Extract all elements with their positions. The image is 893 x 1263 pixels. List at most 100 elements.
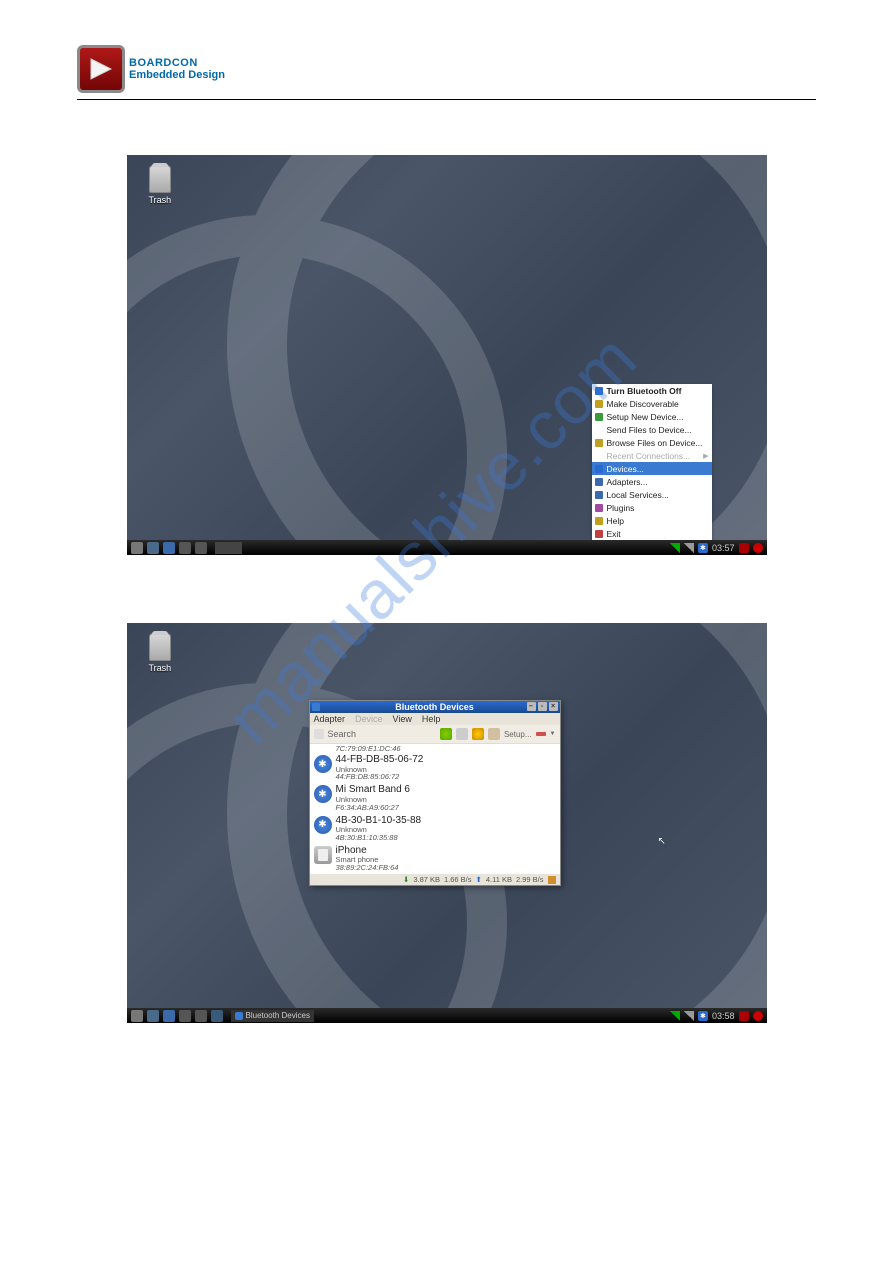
menu-send-files[interactable]: Send Files to Device... [592, 423, 712, 436]
trash-icon [149, 165, 171, 193]
menu-setup-new-device[interactable]: Setup New Device... [592, 410, 712, 423]
device-mac: 4B:30:B1:10:35:88 [336, 834, 422, 842]
tray-icon[interactable] [739, 543, 749, 553]
trash-label: Trash [149, 195, 172, 205]
window-list-icon[interactable] [179, 542, 191, 554]
brand-logo [77, 45, 125, 93]
window-titlebar[interactable]: Bluetooth Devices – ▫ × [310, 701, 560, 713]
device-name: 44-FB-DB-85-06-72 [336, 755, 424, 766]
signal-icon[interactable] [684, 1011, 694, 1021]
trash-desktop-icon[interactable]: Trash [149, 633, 172, 673]
pair-button[interactable] [488, 728, 500, 740]
trash-desktop-icon[interactable]: Trash [149, 165, 172, 205]
browser-icon[interactable] [163, 542, 175, 554]
menu-plugins[interactable]: Plugins [592, 501, 712, 514]
taskbar-button-bluetooth-devices[interactable]: Bluetooth Devices [231, 1010, 314, 1022]
remove-button[interactable] [536, 732, 546, 736]
brand-name: BOARDCON [129, 57, 225, 69]
workspace-icon[interactable] [195, 1010, 207, 1022]
setup-button[interactable]: Setup... [504, 730, 532, 739]
menu-help[interactable]: Help [592, 514, 712, 527]
device-row[interactable]: iPhone Smart phone 38:89:2C:24:FB:64 [310, 844, 560, 874]
page-header: BOARDCON Embedded Design [77, 45, 816, 100]
taskbar: Bluetooth Devices ✱ 03:58 [127, 1008, 767, 1023]
menu-device[interactable]: Device [355, 714, 383, 724]
phone-icon [314, 846, 332, 864]
workspace-icon[interactable] [195, 542, 207, 554]
clock[interactable]: 03:58 [712, 1011, 735, 1021]
menu-help[interactable]: Help [422, 714, 441, 724]
window-list-icon[interactable] [179, 1010, 191, 1022]
bluetooth-icon: ✱ [314, 816, 332, 834]
device-row[interactable]: ✱ Mi Smart Band 6 Unknown F6:34:AB:A9:60… [310, 783, 560, 813]
clock[interactable]: 03:57 [712, 543, 735, 553]
bluetooth-devices-window: Bluetooth Devices – ▫ × Adapter Device V… [309, 700, 561, 886]
menu-adapter[interactable]: Adapter [314, 714, 346, 724]
device-mac: 44:FB:DB:85:06:72 [336, 773, 424, 781]
maximize-button[interactable]: ▫ [538, 702, 547, 711]
power-icon[interactable] [753, 543, 763, 553]
bluetooth-icon: ✱ [314, 755, 332, 773]
send-icon [595, 426, 603, 434]
device-mac: F6:34:AB:A9:60:27 [336, 804, 410, 812]
status-bar: ⬇ 3.87 KB 1.66 B/s ⬆ 4.11 KB 2.99 B/s [310, 874, 560, 885]
upload-rate: 2.99 B/s [516, 875, 544, 884]
start-menu-icon[interactable] [131, 542, 143, 554]
bluetooth-context-menu: Turn Bluetooth Off Make Discoverable Set… [592, 384, 712, 540]
search-icon[interactable] [314, 729, 324, 739]
mouse-cursor: ↖ [658, 836, 666, 847]
file-manager-icon[interactable] [147, 542, 159, 554]
browser-icon[interactable] [163, 1010, 175, 1022]
menubar: Adapter Device View Help [310, 713, 560, 725]
search-label[interactable]: Search [328, 729, 436, 739]
download-icon: ⬇ [403, 875, 409, 884]
menu-make-discoverable[interactable]: Make Discoverable [592, 397, 712, 410]
bluetooth-icon [595, 387, 603, 395]
menu-turn-bluetooth-off[interactable]: Turn Bluetooth Off [592, 384, 712, 397]
device-row[interactable]: ✱ 44-FB-DB-85-06-72 Unknown 44:FB:DB:85:… [310, 753, 560, 783]
add-device-button[interactable] [440, 728, 452, 740]
power-icon[interactable] [753, 1011, 763, 1021]
device-mac: 38:89:2C:24:FB:64 [336, 864, 399, 872]
chevron-right-icon: ▶ [703, 452, 708, 460]
start-menu-icon[interactable] [131, 1010, 143, 1022]
menu-devices[interactable]: Devices... [592, 462, 712, 475]
signal-icon[interactable] [684, 543, 694, 553]
plugin-icon [595, 504, 603, 512]
taskbar: ✱ 03:57 [127, 540, 767, 555]
menu-adapters[interactable]: Adapters... [592, 475, 712, 488]
adapter-icon [595, 478, 603, 486]
trash-label: Trash [149, 663, 172, 673]
file-manager-icon[interactable] [147, 1010, 159, 1022]
bluetooth-tray-icon[interactable]: ✱ [698, 1011, 708, 1021]
device-mac-fragment: 7C:79:09:E1:DC:46 [310, 744, 560, 753]
download-rate: 1.66 B/s [444, 875, 472, 884]
exit-icon [595, 530, 603, 538]
tray-icon[interactable] [739, 1011, 749, 1021]
menu-exit[interactable]: Exit [592, 527, 712, 540]
status-icon [548, 876, 556, 884]
bluetooth-icon [235, 1012, 243, 1020]
menu-browse-files[interactable]: Browse Files on Device... [592, 436, 712, 449]
recent-icon [595, 452, 603, 460]
add-icon [595, 413, 603, 421]
minimize-button[interactable]: – [527, 702, 536, 711]
toolbar: Search Setup... ▼ [310, 725, 560, 744]
close-button[interactable]: × [549, 702, 558, 711]
device-row[interactable]: ✱ 4B-30-B1-10-35-88 Unknown 4B:30:B1:10:… [310, 814, 560, 844]
bluetooth-tray-icon[interactable]: ✱ [698, 543, 708, 553]
menu-view[interactable]: View [393, 714, 412, 724]
network-icon[interactable] [670, 1011, 680, 1021]
taskbar-empty-slot [215, 542, 242, 554]
screenshot-2: Trash Bluetooth Devices – ▫ × Adapter De… [127, 623, 767, 1023]
window-title: Bluetooth Devices [395, 702, 474, 712]
trust-button[interactable] [472, 728, 484, 740]
discoverable-icon [595, 400, 603, 408]
menu-local-services[interactable]: Local Services... [592, 488, 712, 501]
dropdown-icon[interactable]: ▼ [550, 731, 556, 737]
menu-recent-connections[interactable]: Recent Connections...▶ [592, 449, 712, 462]
mail-icon[interactable] [211, 1010, 223, 1022]
upload-icon: ⬆ [476, 875, 482, 884]
next-button[interactable] [456, 728, 468, 740]
network-icon[interactable] [670, 543, 680, 553]
